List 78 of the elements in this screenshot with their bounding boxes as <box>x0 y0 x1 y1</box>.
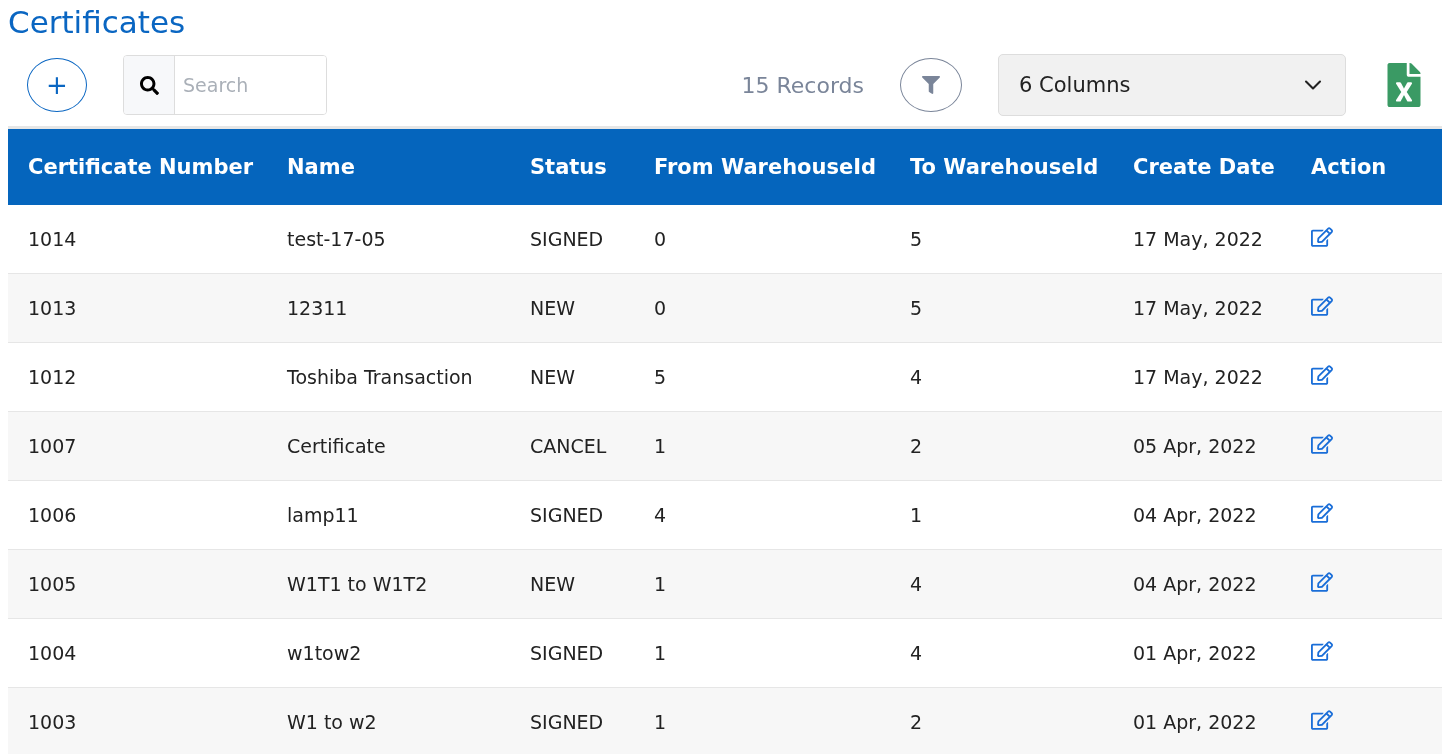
table-cell: 01 Apr, 2022 <box>1113 687 1291 754</box>
records-count: 15 Records <box>741 72 864 98</box>
table-cell: lamp11 <box>267 480 510 550</box>
columns-select[interactable]: 6 Columns <box>998 54 1346 116</box>
edit-button[interactable] <box>1311 433 1333 455</box>
table-cell: 1 <box>634 618 890 688</box>
table-cell: 17 May, 2022 <box>1113 342 1291 412</box>
edit-icon <box>1311 502 1333 524</box>
edit-button[interactable] <box>1311 226 1333 248</box>
table-cell: 05 Apr, 2022 <box>1113 411 1291 481</box>
table-cell: SIGNED <box>510 205 634 274</box>
table-cell: 1007 <box>8 411 267 481</box>
table-cell: 5 <box>634 342 890 412</box>
table-cell: 0 <box>634 273 890 343</box>
table-cell: NEW <box>510 342 634 412</box>
column-header[interactable]: Action <box>1291 127 1442 205</box>
edit-button[interactable] <box>1311 709 1333 731</box>
search-field[interactable]: Search <box>123 55 327 115</box>
edit-icon <box>1311 364 1333 386</box>
table-cell: Toshiba Transaction <box>267 342 510 412</box>
table-cell: 2 <box>890 687 1113 754</box>
table-cell: NEW <box>510 273 634 343</box>
table-cell: 12311 <box>267 273 510 343</box>
edit-button[interactable] <box>1311 571 1333 593</box>
table-cell: 17 May, 2022 <box>1113 205 1291 274</box>
table-cell: W1T1 to W1T2 <box>267 549 510 619</box>
table-cell: 01 Apr, 2022 <box>1113 618 1291 688</box>
column-header[interactable]: Name <box>267 127 510 205</box>
table-cell: NEW <box>510 549 634 619</box>
table-cell: 04 Apr, 2022 <box>1113 549 1291 619</box>
table-cell: test-17-05 <box>267 205 510 274</box>
edit-button[interactable] <box>1311 364 1333 386</box>
column-header[interactable]: Create Date <box>1113 127 1291 205</box>
table-cell: 1 <box>634 411 890 481</box>
table-cell: 04 Apr, 2022 <box>1113 480 1291 550</box>
table-cell: w1tow2 <box>267 618 510 688</box>
column-header[interactable]: Certificate Number <box>8 127 267 205</box>
edit-icon <box>1311 433 1333 455</box>
table-cell: W1 to w2 <box>267 687 510 754</box>
column-header[interactable]: To WarehouseId <box>890 127 1113 205</box>
edit-icon <box>1311 295 1333 317</box>
table-cell: SIGNED <box>510 687 634 754</box>
column-header[interactable]: Status <box>510 127 634 205</box>
table-cell: 1003 <box>8 687 267 754</box>
table-cell: 4 <box>634 480 890 550</box>
table-cell: 1005 <box>8 549 267 619</box>
filter-icon <box>922 76 940 94</box>
table-cell: 4 <box>890 342 1113 412</box>
table-cell: 1 <box>890 480 1113 550</box>
table-cell: 1 <box>634 687 890 754</box>
edit-icon <box>1311 571 1333 593</box>
table-cell: 5 <box>890 205 1113 274</box>
table-cell: 1013 <box>8 273 267 343</box>
table-cell: 1014 <box>8 205 267 274</box>
edit-button[interactable] <box>1311 295 1333 317</box>
table-cell: SIGNED <box>510 480 634 550</box>
edit-button[interactable] <box>1311 640 1333 662</box>
table-cell: 1006 <box>8 480 267 550</box>
page-title: Certificates <box>8 3 187 42</box>
table-cell: 4 <box>890 549 1113 619</box>
table-cell: 4 <box>890 618 1113 688</box>
search-icon <box>139 75 159 95</box>
column-header[interactable]: From WarehouseId <box>634 127 890 205</box>
table-cell: Certificate <box>267 411 510 481</box>
table-cell: CANCEL <box>510 411 634 481</box>
add-button[interactable]: + <box>27 58 87 112</box>
table-cell: 2 <box>890 411 1113 481</box>
table-cell: 1004 <box>8 618 267 688</box>
table-cell: SIGNED <box>510 618 634 688</box>
table-cell: 5 <box>890 273 1113 343</box>
edit-icon <box>1311 226 1333 248</box>
table-cell: 17 May, 2022 <box>1113 273 1291 343</box>
edit-button[interactable] <box>1311 502 1333 524</box>
table-cell: 0 <box>634 205 890 274</box>
edit-icon <box>1311 640 1333 662</box>
table-cell: 1012 <box>8 342 267 412</box>
table-cell: 1 <box>634 549 890 619</box>
edit-icon <box>1311 709 1333 731</box>
